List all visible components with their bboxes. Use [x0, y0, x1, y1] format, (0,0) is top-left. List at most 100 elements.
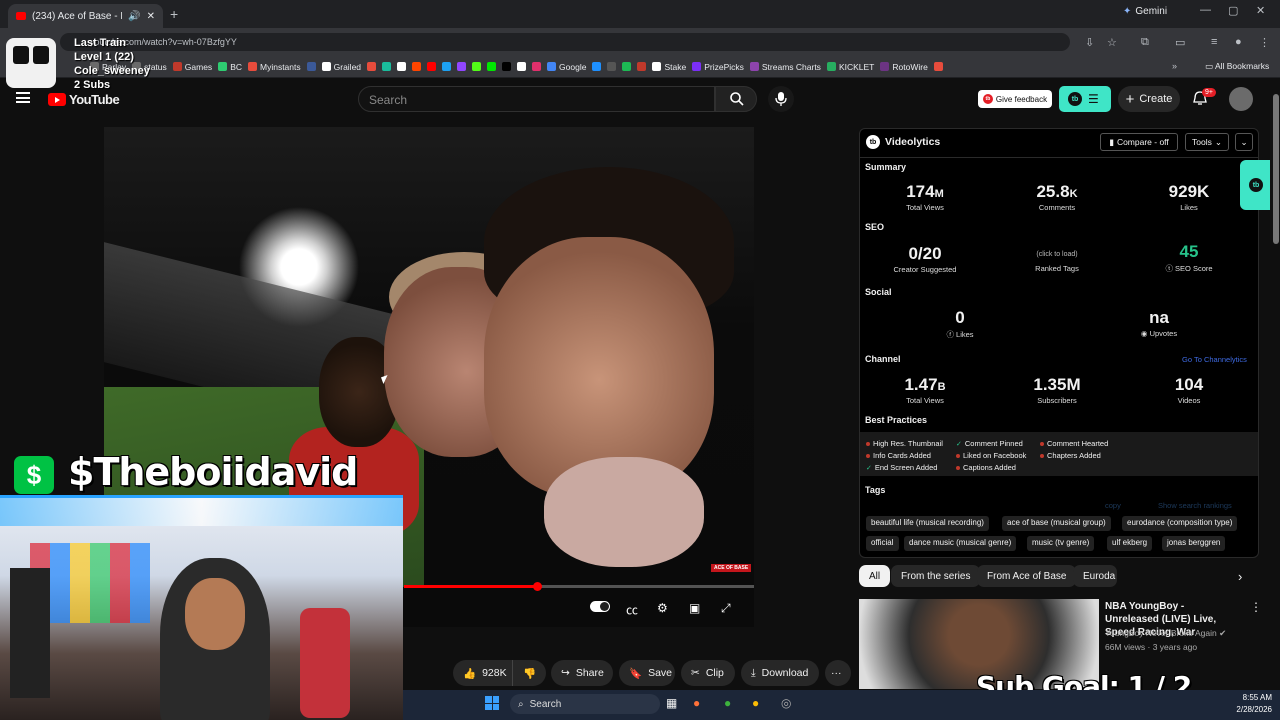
- chrome-icon[interactable]: ●: [752, 696, 759, 710]
- tab-close-icon[interactable]: ✕: [147, 11, 155, 22]
- bookmark-item[interactable]: [367, 62, 377, 71]
- close-window-button[interactable]: ✕: [1256, 4, 1265, 17]
- share-button[interactable]: ↪ Share: [551, 660, 613, 686]
- bookmark-star-icon[interactable]: ☆: [1107, 36, 1117, 49]
- url-field[interactable]: youtube.com/watch?v=wh-07BzfgYY: [60, 33, 1070, 51]
- bookmark-item[interactable]: [382, 62, 392, 71]
- voice-search-button[interactable]: [768, 86, 794, 112]
- all-bookmarks-button[interactable]: ▭ All Bookmarks: [1205, 61, 1269, 72]
- rec-channel[interactable]: YoungBoy Never Broke Again ✔: [1105, 628, 1226, 639]
- like-button[interactable]: 👍 928K: [453, 660, 512, 686]
- chips-next-icon[interactable]: ›: [1238, 569, 1242, 584]
- bookmark-item[interactable]: Grailed: [321, 62, 361, 72]
- miniplayer-icon[interactable]: ▣: [689, 601, 700, 615]
- more-actions-button[interactable]: ···: [825, 660, 851, 686]
- tag-pill[interactable]: ace of base (musical group): [1002, 516, 1111, 531]
- stat-ranked-tags[interactable]: (click to load) Ranked Tags: [992, 250, 1122, 273]
- browser-tab[interactable]: (234) Ace of Base - Beautifu 🔊 ✕: [8, 4, 163, 28]
- search-button[interactable]: [715, 86, 757, 112]
- chip-from-series[interactable]: From the series: [891, 565, 981, 587]
- bookmark-item[interactable]: PrizePicks: [692, 62, 744, 72]
- channelytics-link[interactable]: Go To Channelytics: [1182, 355, 1247, 364]
- save-button[interactable]: 🔖 Save: [619, 660, 675, 686]
- clock-time[interactable]: 8:55 AM: [1220, 693, 1272, 702]
- tab-search-icon[interactable]: ≡: [1211, 36, 1217, 48]
- rec-more-icon[interactable]: ⋮: [1250, 600, 1262, 614]
- tag-pill[interactable]: beautiful life (musical recording): [866, 516, 989, 531]
- bookmark-item[interactable]: [457, 62, 467, 71]
- tools-dropdown[interactable]: Tools ⌄: [1185, 133, 1229, 151]
- tab-audio-icon[interactable]: 🔊: [128, 11, 140, 22]
- bookmark-item[interactable]: [412, 62, 422, 71]
- maximize-button[interactable]: ▢: [1228, 4, 1238, 17]
- account-avatar[interactable]: [1229, 87, 1253, 111]
- windows-start-icon[interactable]: [485, 696, 499, 710]
- menu-icon[interactable]: [16, 92, 30, 103]
- bookmark-item[interactable]: [592, 62, 602, 71]
- profile-icon[interactable]: ●: [1235, 36, 1242, 48]
- page-scrollbar[interactable]: [1272, 82, 1280, 690]
- bookmark-item[interactable]: [487, 62, 497, 71]
- extensions-icon[interactable]: ⧉: [1141, 36, 1149, 49]
- download-button[interactable]: ⤓ Download: [741, 660, 819, 686]
- taskbar-search[interactable]: ⌕ Search: [510, 694, 660, 714]
- install-icon[interactable]: ⇩: [1085, 36, 1094, 49]
- tag-pill[interactable]: music (tv genre): [1027, 536, 1095, 551]
- clock-date[interactable]: 2/28/2026: [1220, 705, 1272, 714]
- bookmark-item[interactable]: [517, 62, 527, 71]
- bookmark-item[interactable]: [607, 62, 617, 71]
- bookmark-item[interactable]: [532, 62, 542, 71]
- captions-icon[interactable]: ㏄: [626, 601, 638, 618]
- settings-gear-icon[interactable]: ⚙: [657, 601, 668, 615]
- chip-from-ace-of-base[interactable]: From Ace of Base: [977, 565, 1077, 587]
- bookmark-item[interactable]: [502, 62, 512, 71]
- taskview-icon[interactable]: ▦: [666, 696, 677, 710]
- collapse-panel-button[interactable]: ⌄: [1235, 133, 1253, 151]
- tag-pill[interactable]: ulf ekberg: [1107, 536, 1153, 551]
- bookmark-item[interactable]: [397, 62, 407, 71]
- bookmarks-overflow-icon[interactable]: »: [1172, 61, 1177, 71]
- copy-tags-link[interactable]: copy: [1105, 501, 1121, 510]
- gemini-button[interactable]: ✦ Gemini: [1123, 6, 1167, 17]
- bookmark-item[interactable]: Streams Charts: [749, 62, 821, 72]
- bookmark-item[interactable]: [306, 62, 316, 71]
- progress-bar[interactable]: [404, 582, 754, 591]
- app-icon[interactable]: ◎: [781, 696, 791, 710]
- bookmark-item[interactable]: [637, 62, 647, 71]
- bookmark-item[interactable]: [427, 62, 437, 71]
- fullscreen-icon[interactable]: ⤢: [721, 601, 731, 616]
- youtube-logo[interactable]: YouTube: [48, 92, 120, 107]
- tag-pill[interactable]: eurodance (composition type): [1122, 516, 1238, 531]
- clip-button[interactable]: ✂ Clip: [681, 660, 735, 686]
- bookmark-item[interactable]: [622, 62, 632, 71]
- bookmark-item[interactable]: Games: [172, 62, 212, 72]
- bookmark-item[interactable]: KICKLET: [826, 62, 874, 72]
- firefox-icon[interactable]: ●: [693, 696, 700, 710]
- progress-scrubber[interactable]: [533, 582, 542, 591]
- show-rankings-link[interactable]: Show search rankings: [1158, 501, 1232, 510]
- bookmark-item[interactable]: [472, 62, 482, 71]
- search-input[interactable]: Search: [358, 86, 715, 112]
- browser-menu-icon[interactable]: ⋮: [1259, 36, 1270, 49]
- chip-all[interactable]: All: [859, 565, 891, 587]
- bookmark-item[interactable]: Stake: [652, 62, 686, 72]
- create-button[interactable]: + Create: [1118, 86, 1180, 112]
- dislike-button[interactable]: 👎: [512, 660, 546, 686]
- bookmark-item[interactable]: RotoWire: [880, 62, 928, 72]
- tag-pill[interactable]: jonas berggren: [1162, 536, 1226, 551]
- tag-pill[interactable]: official: [866, 536, 899, 551]
- autoplay-toggle[interactable]: [590, 601, 610, 612]
- sidepanel-icon[interactable]: ▭: [1175, 36, 1185, 49]
- chip-eurodance[interactable]: Euroda: [1073, 565, 1117, 587]
- bookmark-item[interactable]: [933, 62, 943, 71]
- bookmark-item[interactable]: Google: [547, 62, 586, 72]
- minimize-button[interactable]: —: [1200, 4, 1211, 16]
- tubebuddy-side-tab[interactable]: tb: [1240, 160, 1270, 210]
- scrollbar-thumb[interactable]: [1273, 94, 1279, 244]
- give-feedback-button[interactable]: tb Give feedback: [978, 90, 1052, 108]
- bookmark-item[interactable]: Myinstants: [248, 62, 301, 72]
- bookmark-item[interactable]: [442, 62, 452, 71]
- new-tab-button[interactable]: +: [170, 6, 178, 22]
- tubebuddy-menu-button[interactable]: tb ☰: [1059, 86, 1111, 112]
- xbox-icon[interactable]: ●: [724, 696, 731, 710]
